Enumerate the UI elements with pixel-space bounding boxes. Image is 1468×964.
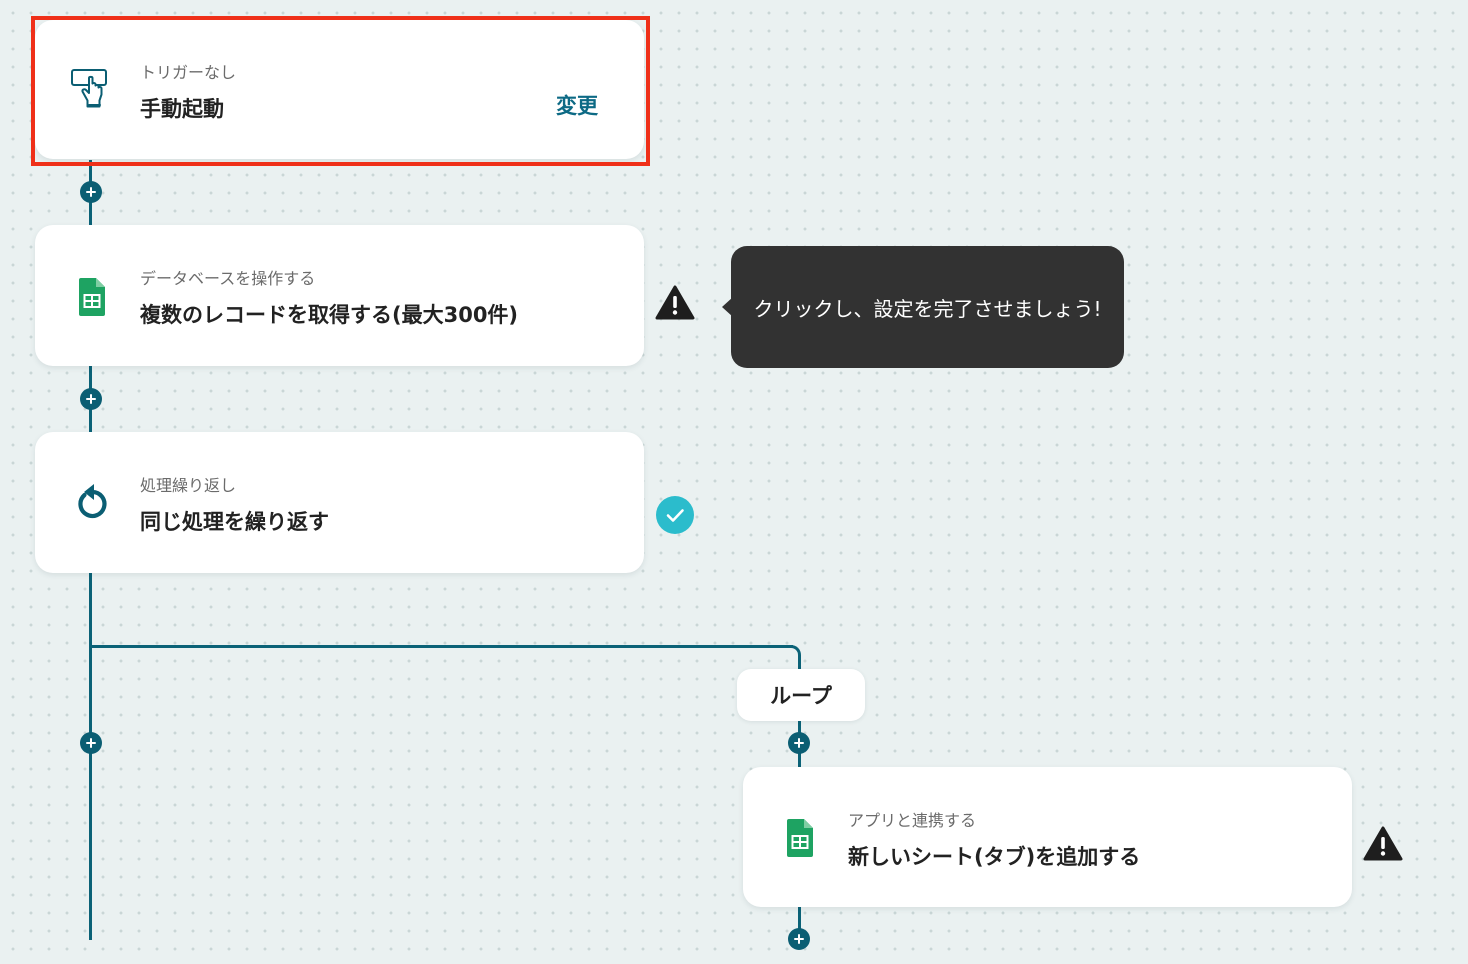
google-sheets-icon	[777, 814, 823, 860]
connector-line-branch-horizontal	[89, 645, 793, 648]
add-step-button[interactable]	[80, 181, 102, 203]
warning-icon	[655, 285, 695, 320]
step-subtitle: トリガーなし	[140, 63, 237, 82]
plus-icon	[794, 934, 804, 944]
loop-label: ループ	[737, 669, 865, 721]
add-loop-step-button[interactable]	[788, 928, 810, 950]
complete-check-icon	[656, 496, 694, 534]
add-loop-step-button[interactable]	[788, 732, 810, 754]
hand-pointer-icon	[69, 67, 115, 113]
add-step-button[interactable]	[80, 732, 102, 754]
setup-hint-tooltip: クリックし、設定を完了させましょう!	[731, 246, 1124, 368]
warning-icon	[1363, 826, 1403, 861]
tooltip-text: クリックし、設定を完了させましょう!	[753, 296, 1102, 321]
change-trigger-button[interactable]: 変更	[556, 90, 598, 120]
plus-icon	[86, 738, 96, 748]
google-sheets-icon	[69, 273, 115, 319]
step-title: 手動起動	[140, 97, 224, 121]
plus-icon	[794, 738, 804, 748]
loop-label-text: ループ	[770, 684, 832, 708]
step-card-get-records[interactable]: データベースを操作する 複数のレコードを取得する(最大300件)	[35, 225, 644, 366]
step-subtitle: 処理繰り返し	[140, 476, 237, 495]
step-title: 新しいシート(タブ)を追加する	[848, 845, 1141, 869]
step-subtitle: アプリと連携する	[848, 811, 977, 830]
plus-icon	[86, 187, 96, 197]
plus-icon	[86, 394, 96, 404]
loop-icon	[69, 480, 115, 526]
step-card-add-sheet[interactable]: アプリと連携する 新しいシート(タブ)を追加する	[743, 767, 1352, 907]
step-card-loop[interactable]: 処理繰り返し 同じ処理を繰り返す	[35, 432, 644, 573]
step-title: 複数のレコードを取得する(最大300件)	[140, 303, 519, 327]
step-title: 同じ処理を繰り返す	[140, 510, 329, 534]
step-card-trigger[interactable]: トリガーなし 手動起動 変更	[35, 20, 644, 159]
step-subtitle: データベースを操作する	[140, 269, 316, 288]
add-step-button[interactable]	[80, 388, 102, 410]
